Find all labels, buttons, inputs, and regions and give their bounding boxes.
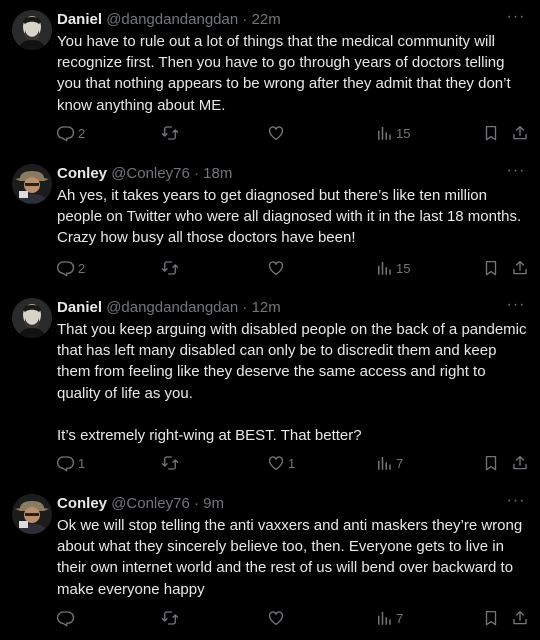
reply-icon (57, 259, 75, 277)
retweet-button[interactable] (161, 608, 182, 628)
retweet-button[interactable] (161, 258, 182, 278)
timestamp[interactable]: 18m (203, 165, 232, 182)
like-button[interactable]: 1 (267, 453, 295, 473)
views-bar-icon (375, 609, 393, 627)
bookmark-button[interactable] (482, 608, 500, 628)
share-button[interactable] (511, 453, 529, 473)
retweet-icon (161, 124, 179, 142)
author-handle[interactable]: @Conley76 (111, 495, 190, 512)
separator-dot: · (193, 495, 199, 512)
reply-button[interactable]: 2 (57, 258, 85, 278)
share-button[interactable] (511, 123, 529, 143)
bookmark-button[interactable] (482, 453, 500, 473)
share-icon (511, 454, 529, 472)
views-bar-icon (375, 124, 393, 142)
tweet-header: Conley @Conley76 · 9m (57, 494, 224, 514)
share-button[interactable] (511, 258, 529, 278)
reply-icon (57, 454, 75, 472)
heart-icon (267, 609, 285, 627)
author-handle[interactable]: @dangdandangdan (106, 11, 238, 28)
retweet-icon (161, 454, 179, 472)
like-button[interactable] (267, 258, 288, 278)
timestamp[interactable]: 9m (203, 495, 224, 512)
bookmark-button[interactable] (482, 258, 500, 278)
views-bar-icon (375, 454, 393, 472)
heart-icon (267, 124, 285, 142)
tweet-paragraph: You have to rule out a lot of things tha… (57, 33, 511, 114)
avatar[interactable] (12, 164, 52, 204)
like-count: 1 (288, 455, 296, 471)
avatar[interactable] (12, 494, 52, 534)
more-horizontal-icon[interactable]: ··· (506, 493, 526, 514)
share-icon (511, 259, 529, 277)
separator-dot: · (242, 11, 248, 28)
more-horizontal-icon[interactable]: ··· (506, 297, 526, 318)
share-icon (511, 124, 529, 142)
reply-button[interactable] (57, 608, 78, 628)
views-button[interactable]: 15 (375, 258, 410, 278)
tweet-paragraph: That you keep arguing with disabled peop… (57, 321, 527, 402)
bookmark-icon (482, 609, 500, 627)
tweet-text: Ok we will stop telling the anti vaxxers… (57, 515, 527, 600)
views-count: 15 (396, 125, 411, 141)
retweet-icon (161, 609, 179, 627)
reply-count: 2 (78, 260, 86, 276)
author-name[interactable]: Daniel (57, 299, 102, 316)
like-button[interactable] (267, 123, 288, 143)
more-horizontal-icon[interactable]: ··· (506, 9, 526, 30)
like-button[interactable] (267, 608, 288, 628)
heart-icon (267, 259, 285, 277)
bookmark-icon (482, 259, 500, 277)
bookmark-button[interactable] (482, 123, 500, 143)
author-name[interactable]: Conley (57, 165, 107, 182)
bookmark-icon (482, 124, 500, 142)
retweet-icon (161, 259, 179, 277)
separator-dot: · (193, 165, 199, 182)
tweet-paragraph: Ok we will stop telling the anti vaxxers… (57, 517, 523, 598)
views-count: 7 (396, 455, 404, 471)
heart-icon (267, 454, 285, 472)
reply-button[interactable]: 2 (57, 123, 85, 143)
timestamp[interactable]: 22m (252, 11, 281, 28)
reply-icon (57, 124, 75, 142)
tweet-text: Ah yes, it takes years to get diagnosed … (57, 185, 527, 249)
author-name[interactable]: Daniel (57, 11, 102, 28)
tweet-actions: 7 (57, 608, 535, 628)
tweet-text: That you keep arguing with disabled peop… (57, 319, 527, 446)
views-count: 7 (396, 610, 404, 626)
tweet-text: You have to rule out a lot of things tha… (57, 31, 527, 116)
tweet-paragraph: Ah yes, it takes years to get diagnosed … (57, 187, 522, 247)
share-icon (511, 609, 529, 627)
avatar[interactable] (12, 298, 52, 338)
reply-count: 2 (78, 125, 86, 141)
avatar[interactable] (12, 10, 52, 50)
more-horizontal-icon[interactable]: ··· (506, 163, 526, 184)
reply-icon (57, 609, 75, 627)
views-button[interactable]: 7 (375, 608, 403, 628)
share-button[interactable] (511, 608, 529, 628)
tweet-header: Daniel @dangdandangdan · 22m (57, 10, 281, 30)
tweet-actions: 1 1 7 (57, 453, 535, 473)
author-name[interactable]: Conley (57, 495, 107, 512)
views-count: 15 (396, 260, 411, 276)
retweet-button[interactable] (161, 453, 182, 473)
reply-button[interactable]: 1 (57, 453, 85, 473)
retweet-button[interactable] (161, 123, 182, 143)
reply-count: 1 (78, 455, 86, 471)
timestamp[interactable]: 12m (252, 299, 281, 316)
views-bar-icon (375, 259, 393, 277)
views-button[interactable]: 7 (375, 453, 403, 473)
tweet-header: Conley @Conley76 · 18m (57, 164, 232, 184)
separator-dot: · (242, 299, 248, 316)
author-handle[interactable]: @dangdandangdan (106, 299, 238, 316)
tweet-actions: 2 15 (57, 123, 535, 143)
bookmark-icon (482, 454, 500, 472)
views-button[interactable]: 15 (375, 123, 410, 143)
tweet-paragraph: It’s extremely right-wing at BEST. That … (57, 426, 362, 444)
tweet-actions: 2 15 (57, 258, 535, 278)
tweet-header: Daniel @dangdandangdan · 12m (57, 298, 281, 318)
author-handle[interactable]: @Conley76 (111, 165, 190, 182)
